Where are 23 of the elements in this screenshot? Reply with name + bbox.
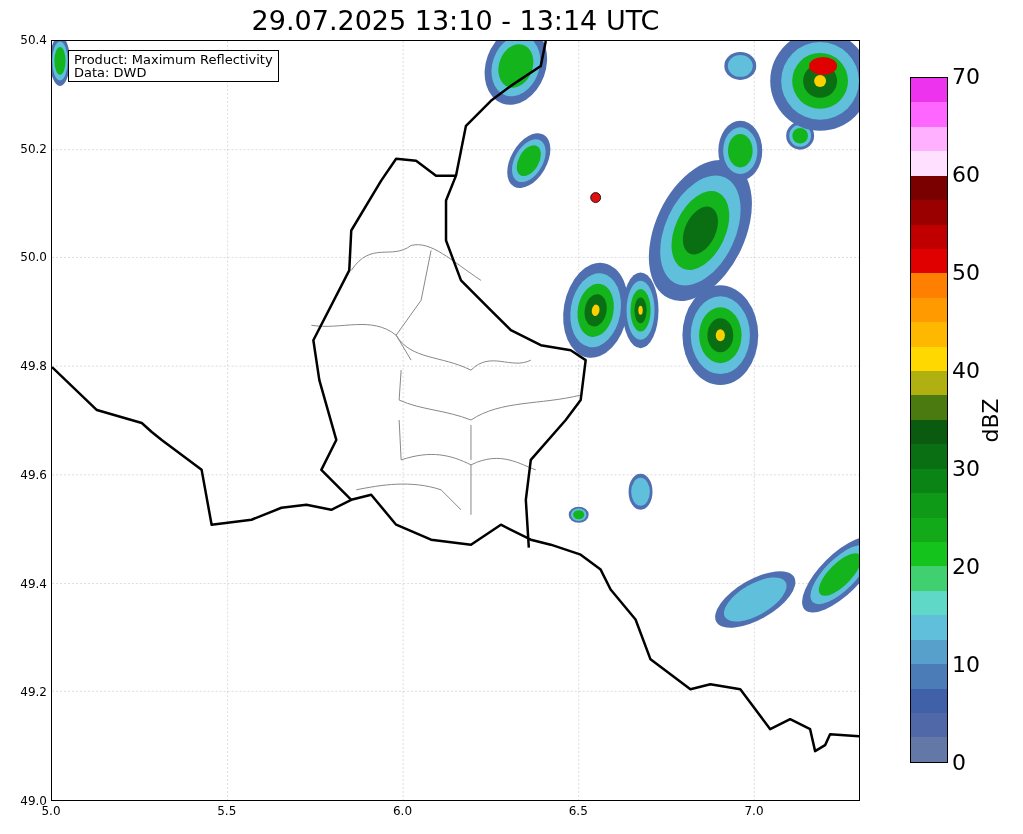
y-tick-label: 49.4 — [20, 576, 47, 591]
y-tick-label: 50.0 — [20, 250, 47, 265]
colorbar-tick-label: 30 — [952, 455, 980, 483]
colorbar-tick-label: 10 — [952, 651, 980, 679]
x-tick-label: 6.5 — [567, 804, 589, 818]
x-tick-label: 5.5 — [216, 804, 238, 818]
colorbar-tick-label: 0 — [952, 749, 967, 777]
y-tick-label: 49.8 — [20, 359, 47, 374]
y-tick-label: 50.4 — [20, 33, 47, 47]
colorbar-tick-label: 60 — [952, 161, 980, 189]
colorbar-tick-label: 70 — [952, 63, 980, 91]
y-tick-label: 50.2 — [20, 141, 47, 156]
x-tick-label: 7.0 — [743, 804, 765, 818]
y-tick-label: 49.6 — [20, 467, 47, 482]
legend-text: Product: Maximum Reflectivity — [74, 53, 273, 66]
colorbar-axis-label: dBZ — [976, 397, 1004, 443]
legend-text: Data: DWD — [74, 66, 148, 79]
x-tick-label: 6.0 — [391, 804, 414, 818]
chart-title: 29.07.2025 13:10 - 13:14 UTC — [251, 6, 660, 34]
colorbar-tick-label: 40 — [952, 357, 980, 385]
colorbar-tick-label: 20 — [952, 553, 980, 581]
y-tick-label: 49.2 — [20, 685, 47, 700]
colorbar-tick-label: 50 — [952, 259, 980, 287]
